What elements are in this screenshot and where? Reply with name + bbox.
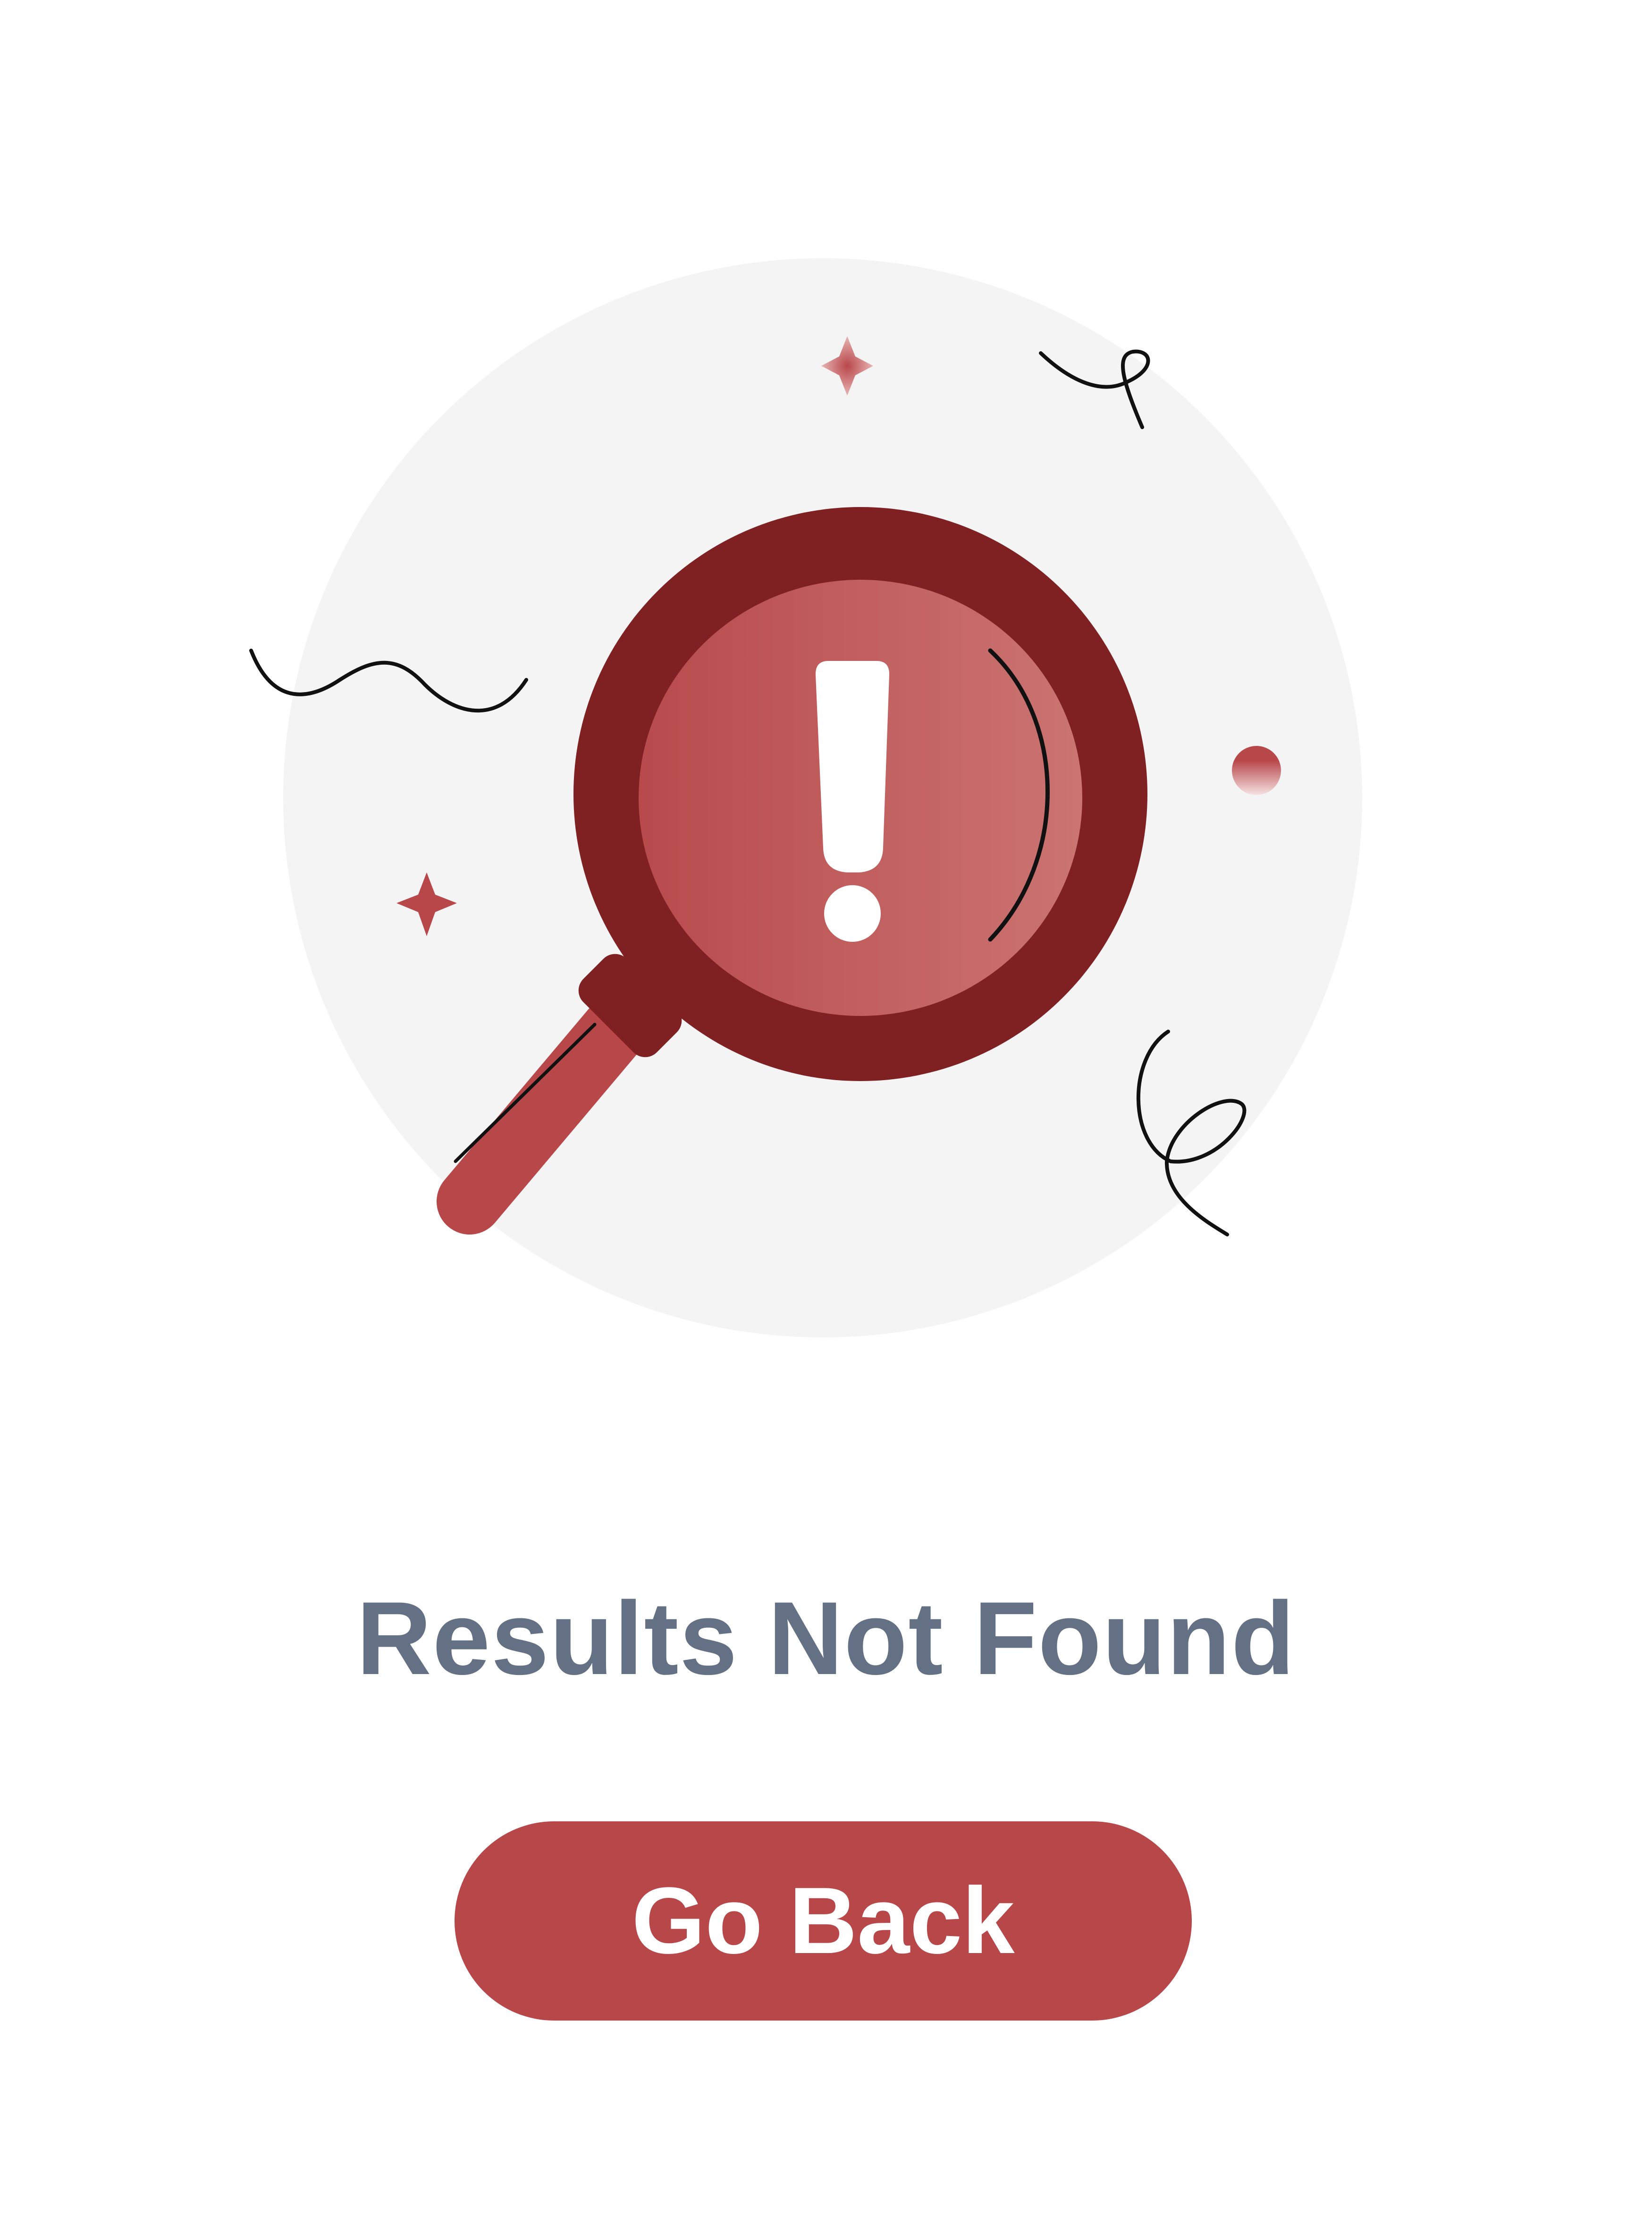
not-found-illustration: [249, 258, 1362, 1337]
page-title: Results Not Found: [356, 1580, 1296, 1696]
results-not-found-screen: Results Not Found Go Back: [0, 0, 1652, 2233]
dot-icon: [1232, 746, 1281, 795]
go-back-button[interactable]: Go Back: [455, 1821, 1192, 2021]
